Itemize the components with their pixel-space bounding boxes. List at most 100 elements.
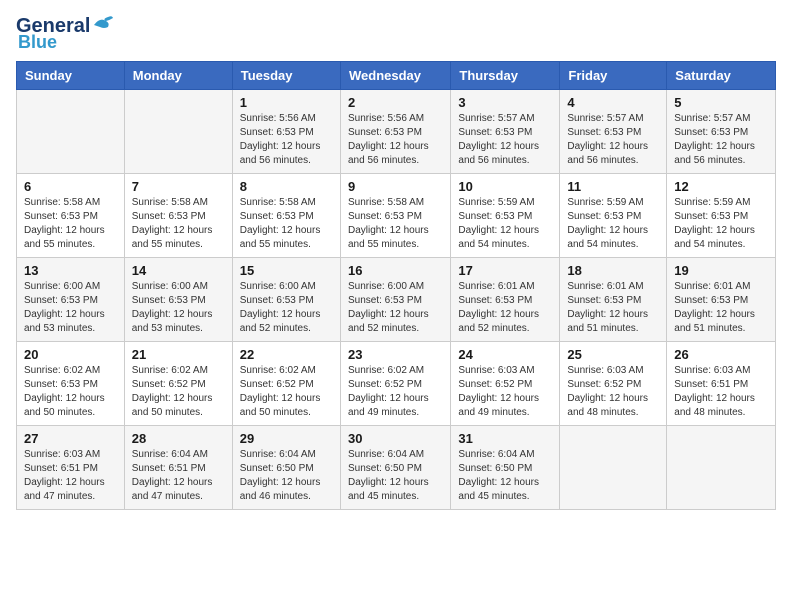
day-number: 14 [132, 263, 225, 278]
calendar-cell: 3 Sunrise: 5:57 AM Sunset: 6:53 PM Daylig… [451, 90, 560, 174]
day-number: 15 [240, 263, 333, 278]
calendar-cell: 25 Sunrise: 6:03 AM Sunset: 6:52 PM Dayli… [560, 342, 667, 426]
calendar-cell: 5 Sunrise: 5:57 AM Sunset: 6:53 PM Daylig… [667, 90, 776, 174]
column-header-wednesday: Wednesday [340, 62, 450, 90]
calendar-cell: 26Sunrise: 6:03 AM Sunset: 6:51 PM Dayli… [667, 342, 776, 426]
day-number: 23 [348, 347, 443, 362]
day-info: Sunrise: 6:04 AM Sunset: 6:50 PM Dayligh… [348, 448, 443, 504]
day-number: 4 [567, 95, 659, 110]
day-info: Sunrise: 6:01 AM Sunset: 6:53 PM Dayligh… [458, 280, 552, 336]
day-info: Sunrise: 5:56 AM Sunset: 6:53 PM Dayligh… [348, 112, 443, 168]
day-info: Sunrise: 5:57 AM Sunset: 6:53 PM Dayligh… [567, 112, 659, 168]
column-header-sunday: Sunday [17, 62, 125, 90]
day-number: 24 [458, 347, 552, 362]
calendar-header-row: SundayMondayTuesdayWednesdayThursdayFrid… [17, 62, 776, 90]
column-header-tuesday: Tuesday [232, 62, 340, 90]
logo-bird-icon [92, 15, 114, 33]
column-header-saturday: Saturday [667, 62, 776, 90]
calendar-cell: 15 Sunrise: 6:00 AM Sunset: 6:53 PM Dayli… [232, 258, 340, 342]
day-info: Sunrise: 6:00 AM Sunset: 6:53 PM Dayligh… [348, 280, 443, 336]
day-number: 3 [458, 95, 552, 110]
day-number: 30 [348, 431, 443, 446]
calendar-cell [17, 90, 125, 174]
day-info: Sunrise: 6:00 AM Sunset: 6:53 PM Dayligh… [24, 280, 117, 336]
day-info: Sunrise: 5:58 AM Sunset: 6:53 PM Dayligh… [240, 196, 333, 252]
page-header: General Blue [16, 16, 776, 53]
day-number: 22 [240, 347, 333, 362]
day-number: 17 [458, 263, 552, 278]
column-header-thursday: Thursday [451, 62, 560, 90]
calendar-cell: 18 Sunrise: 6:01 AM Sunset: 6:53 PM Dayli… [560, 258, 667, 342]
calendar-cell [124, 90, 232, 174]
day-info: Sunrise: 5:59 AM Sunset: 6:53 PM Dayligh… [567, 196, 659, 252]
calendar-cell: 27 Sunrise: 6:03 AM Sunset: 6:51 PM Dayli… [17, 426, 125, 510]
calendar-cell: 7Sunrise: 5:58 AM Sunset: 6:53 PM Daylig… [124, 174, 232, 258]
day-info: Sunrise: 6:01 AM Sunset: 6:53 PM Dayligh… [567, 280, 659, 336]
calendar-week-row: 20Sunrise: 6:02 AM Sunset: 6:53 PM Dayli… [17, 342, 776, 426]
day-number: 21 [132, 347, 225, 362]
day-number: 13 [24, 263, 117, 278]
calendar-cell [667, 426, 776, 510]
calendar-cell: 29Sunrise: 6:04 AM Sunset: 6:50 PM Dayli… [232, 426, 340, 510]
day-number: 28 [132, 431, 225, 446]
calendar-cell [560, 426, 667, 510]
calendar-cell: 8 Sunrise: 5:58 AM Sunset: 6:53 PM Daylig… [232, 174, 340, 258]
day-number: 20 [24, 347, 117, 362]
day-number: 5 [674, 95, 768, 110]
calendar-cell: 13 Sunrise: 6:00 AM Sunset: 6:53 PM Dayli… [17, 258, 125, 342]
day-number: 6 [24, 179, 117, 194]
calendar-cell: 6 Sunrise: 5:58 AM Sunset: 6:53 PM Daylig… [17, 174, 125, 258]
calendar-cell: 23 Sunrise: 6:02 AM Sunset: 6:52 PM Dayli… [340, 342, 450, 426]
calendar-cell: 19 Sunrise: 6:01 AM Sunset: 6:53 PM Dayli… [667, 258, 776, 342]
day-number: 19 [674, 263, 768, 278]
calendar-table: SundayMondayTuesdayWednesdayThursdayFrid… [16, 61, 776, 510]
day-number: 9 [348, 179, 443, 194]
calendar-cell: 20Sunrise: 6:02 AM Sunset: 6:53 PM Dayli… [17, 342, 125, 426]
calendar-cell: 9 Sunrise: 5:58 AM Sunset: 6:53 PM Daylig… [340, 174, 450, 258]
day-info: Sunrise: 5:58 AM Sunset: 6:53 PM Dayligh… [24, 196, 117, 252]
calendar-cell: 14 Sunrise: 6:00 AM Sunset: 6:53 PM Dayli… [124, 258, 232, 342]
calendar-cell: 28 Sunrise: 6:04 AM Sunset: 6:51 PM Dayli… [124, 426, 232, 510]
column-header-friday: Friday [560, 62, 667, 90]
calendar-cell: 12 Sunrise: 5:59 AM Sunset: 6:53 PM Dayli… [667, 174, 776, 258]
calendar-week-row: 1 Sunrise: 5:56 AM Sunset: 6:53 PM Daylig… [17, 90, 776, 174]
calendar-week-row: 6 Sunrise: 5:58 AM Sunset: 6:53 PM Daylig… [17, 174, 776, 258]
day-info: Sunrise: 5:57 AM Sunset: 6:53 PM Dayligh… [458, 112, 552, 168]
day-info: Sunrise: 6:00 AM Sunset: 6:53 PM Dayligh… [132, 280, 225, 336]
calendar-cell: 1Sunrise: 5:56 AM Sunset: 6:53 PM Daylig… [232, 90, 340, 174]
day-number: 27 [24, 431, 117, 446]
day-info: Sunrise: 6:04 AM Sunset: 6:50 PM Dayligh… [458, 448, 552, 504]
calendar-cell: 10 Sunrise: 5:59 AM Sunset: 6:53 PM Dayli… [451, 174, 560, 258]
day-number: 8 [240, 179, 333, 194]
calendar-cell: 22 Sunrise: 6:02 AM Sunset: 6:52 PM Dayli… [232, 342, 340, 426]
calendar-cell: 11 Sunrise: 5:59 AM Sunset: 6:53 PM Dayli… [560, 174, 667, 258]
day-info: Sunrise: 5:57 AM Sunset: 6:53 PM Dayligh… [674, 112, 768, 168]
day-number: 10 [458, 179, 552, 194]
day-number: 7 [132, 179, 225, 194]
day-number: 12 [674, 179, 768, 194]
day-info: Sunrise: 6:04 AM Sunset: 6:50 PM Dayligh… [240, 448, 333, 504]
day-info: Sunrise: 5:58 AM Sunset: 6:53 PM Dayligh… [348, 196, 443, 252]
day-info: Sunrise: 5:59 AM Sunset: 6:53 PM Dayligh… [674, 196, 768, 252]
day-number: 1 [240, 95, 333, 110]
logo-blue-text: Blue [18, 32, 57, 53]
day-info: Sunrise: 5:59 AM Sunset: 6:53 PM Dayligh… [458, 196, 552, 252]
day-info: Sunrise: 6:00 AM Sunset: 6:53 PM Dayligh… [240, 280, 333, 336]
day-info: Sunrise: 6:04 AM Sunset: 6:51 PM Dayligh… [132, 448, 225, 504]
calendar-week-row: 13 Sunrise: 6:00 AM Sunset: 6:53 PM Dayli… [17, 258, 776, 342]
day-number: 16 [348, 263, 443, 278]
day-number: 2 [348, 95, 443, 110]
day-number: 18 [567, 263, 659, 278]
day-info: Sunrise: 6:02 AM Sunset: 6:52 PM Dayligh… [240, 364, 333, 420]
day-info: Sunrise: 6:03 AM Sunset: 6:52 PM Dayligh… [458, 364, 552, 420]
day-info: Sunrise: 6:03 AM Sunset: 6:51 PM Dayligh… [24, 448, 117, 504]
calendar-cell: 24 Sunrise: 6:03 AM Sunset: 6:52 PM Dayli… [451, 342, 560, 426]
day-info: Sunrise: 6:02 AM Sunset: 6:52 PM Dayligh… [132, 364, 225, 420]
day-info: Sunrise: 6:03 AM Sunset: 6:52 PM Dayligh… [567, 364, 659, 420]
day-info: Sunrise: 6:01 AM Sunset: 6:53 PM Dayligh… [674, 280, 768, 336]
calendar-cell: 17 Sunrise: 6:01 AM Sunset: 6:53 PM Dayli… [451, 258, 560, 342]
day-info: Sunrise: 6:03 AM Sunset: 6:51 PM Dayligh… [674, 364, 768, 420]
day-number: 25 [567, 347, 659, 362]
day-info: Sunrise: 6:02 AM Sunset: 6:52 PM Dayligh… [348, 364, 443, 420]
day-number: 11 [567, 179, 659, 194]
